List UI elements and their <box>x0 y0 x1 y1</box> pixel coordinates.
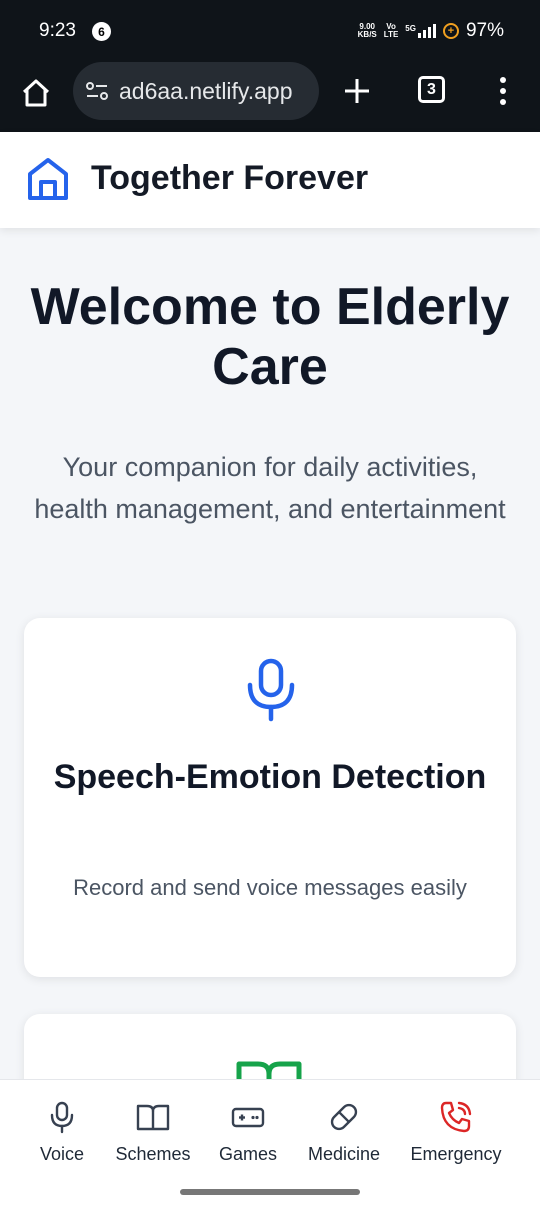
signal-icon: 5G <box>405 24 436 38</box>
battery-saver-icon: + <box>442 23 459 39</box>
site-settings-icon[interactable] <box>85 79 109 103</box>
microphone-icon <box>247 658 295 722</box>
address-bar[interactable]: ad6aa.netlify.app <box>73 62 319 120</box>
url-text: ad6aa.netlify.app <box>119 77 293 104</box>
nav-label: Voice <box>39 1144 85 1164</box>
book-icon <box>136 1104 170 1131</box>
phone-ringing-icon <box>440 1101 472 1133</box>
gesture-bar <box>0 1183 540 1206</box>
bottom-navigation: Voice Schemes Games Medicine Emergency <box>0 1079 540 1183</box>
home-gesture-handle[interactable] <box>180 1189 360 1195</box>
status-indicators: 9.00 KB/S Vo LTE 5G + 97% <box>358 20 504 42</box>
volte-indicator: Vo LTE <box>383 22 399 39</box>
more-options-icon[interactable] <box>496 74 510 108</box>
nav-item-games[interactable]: Games <box>213 1080 283 1184</box>
welcome-subtitle: Your companion for daily activities, hea… <box>34 452 506 524</box>
nav-label: Medicine <box>307 1144 381 1164</box>
browser-home-icon[interactable] <box>20 77 52 109</box>
nav-item-medicine[interactable]: Medicine <box>303 1080 385 1184</box>
tab-switcher-button[interactable]: 3 <box>418 76 445 103</box>
nav-item-schemes[interactable]: Schemes <box>112 1080 194 1184</box>
feature-card-speech-emotion[interactable]: Speech-Emotion Detection Record and send… <box>24 618 516 977</box>
battery-level: 97% <box>465 20 504 41</box>
status-bar: 9:23 6 9.00 KB/S Vo LTE 5G + 97% <box>0 0 540 62</box>
nav-item-emergency[interactable]: Emergency <box>408 1080 504 1184</box>
nav-item-voice[interactable]: Voice <box>32 1080 92 1184</box>
welcome-title: Welcome to Elderly Care <box>30 278 510 396</box>
app-title[interactable]: Together Forever <box>91 159 368 198</box>
pill-icon <box>330 1103 358 1131</box>
status-time: 9:23 <box>39 20 76 41</box>
app-header: Together Forever <box>0 132 540 228</box>
card-description: Record and send voice messages easily <box>73 875 467 900</box>
microphone-icon <box>50 1101 74 1134</box>
card-title: Speech-Emotion Detection <box>53 758 487 796</box>
nav-label: Emergency <box>410 1144 502 1164</box>
new-tab-icon[interactable] <box>340 74 374 108</box>
home-logo-icon[interactable] <box>26 156 70 202</box>
nav-label: Games <box>218 1144 278 1164</box>
browser-toolbar: ad6aa.netlify.app 3 <box>0 62 540 132</box>
notification-count-badge: 6 <box>92 22 111 41</box>
nav-label: Schemes <box>115 1144 191 1164</box>
gamepad-icon <box>231 1107 265 1128</box>
network-speed: 9.00 KB/S <box>357 22 377 39</box>
